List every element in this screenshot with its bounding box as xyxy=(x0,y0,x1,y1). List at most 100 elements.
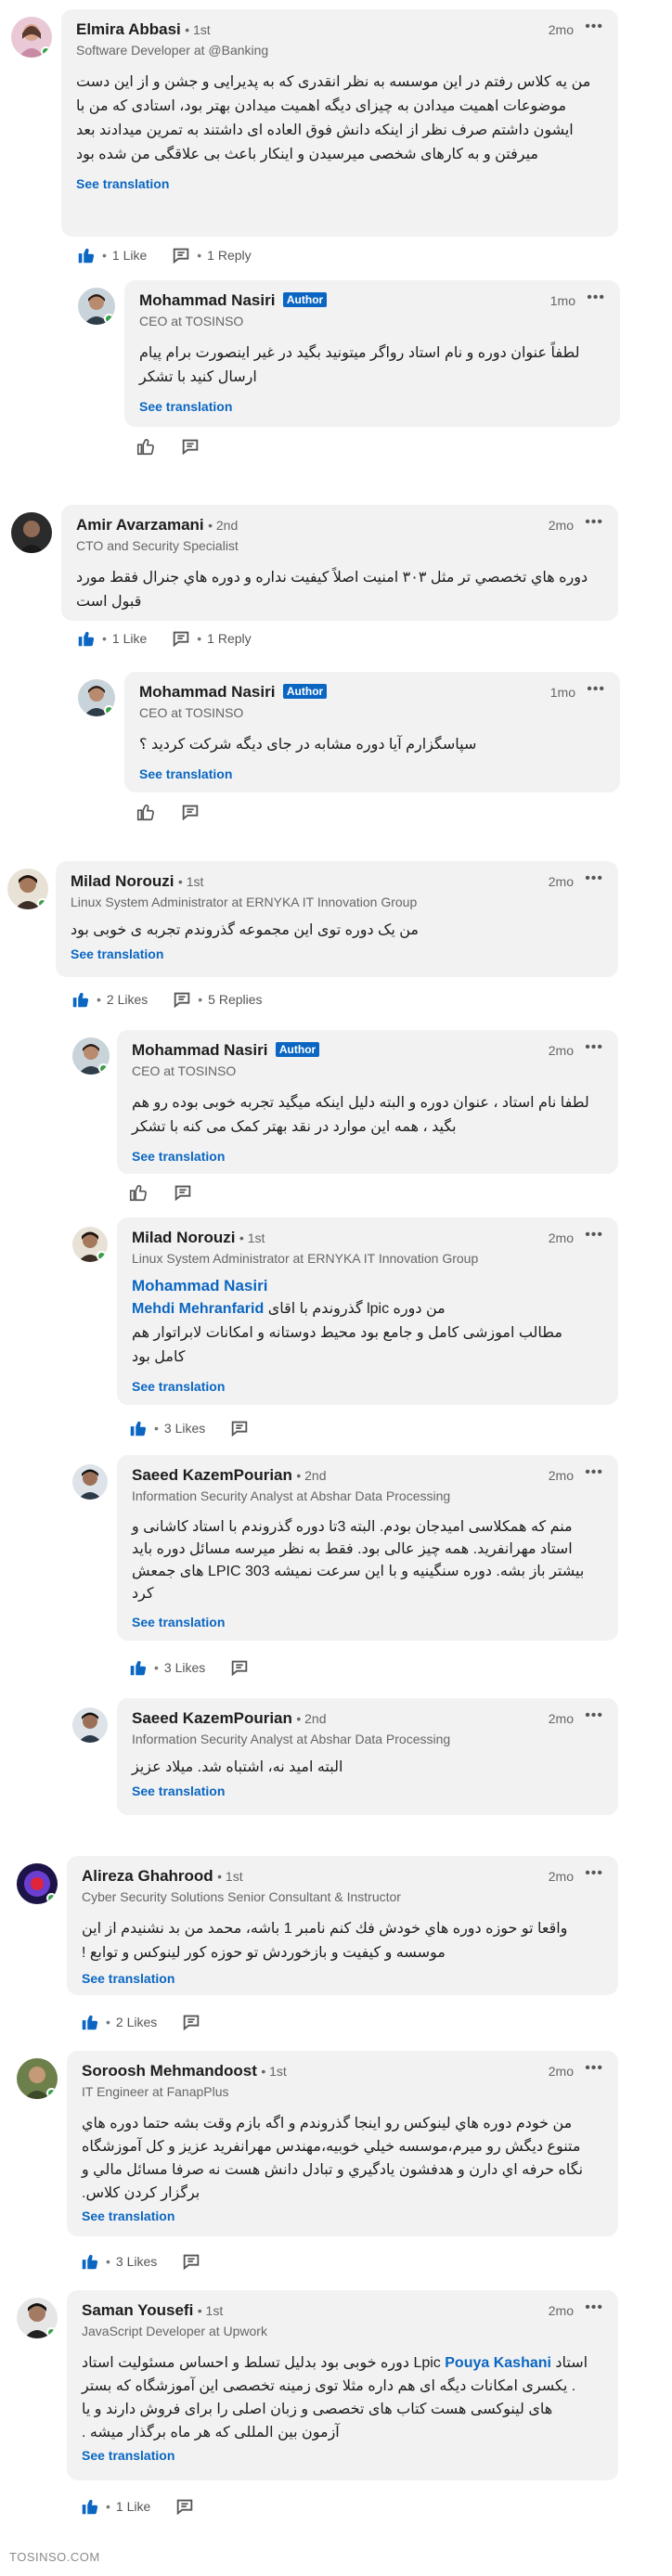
avatar-soroosh[interactable] xyxy=(17,2058,58,2099)
reply-bubble: Mohammad Nasiri Author 1mo ••• CEO at TO… xyxy=(124,672,620,792)
thumbs-up-filled-icon[interactable] xyxy=(76,245,97,265)
reply-icon[interactable] xyxy=(172,989,192,1010)
see-translation-link[interactable]: See translation xyxy=(82,2209,174,2223)
avatar-saman[interactable] xyxy=(17,2298,58,2338)
avatar-mohammad-nasiri[interactable] xyxy=(72,1037,110,1075)
avatar-mohammad-nasiri[interactable] xyxy=(78,679,115,716)
see-translation-link[interactable]: See translation xyxy=(132,1784,225,1798)
reply-count[interactable]: 5 Replies xyxy=(208,992,262,1007)
reply-icon[interactable] xyxy=(171,628,191,649)
comment-text: لطفاً عنوان دوره و نام استاد رواگر میتون… xyxy=(139,345,580,385)
like-count[interactable]: 2 Likes xyxy=(107,992,148,1007)
more-options-icon[interactable]: ••• xyxy=(585,19,603,35)
see-translation-link[interactable]: See translation xyxy=(139,399,232,414)
avatar-milad[interactable] xyxy=(7,869,48,909)
like-count[interactable]: 1 Like xyxy=(112,631,147,646)
like-count[interactable]: 3 Likes xyxy=(116,2254,157,2269)
see-translation-link[interactable]: See translation xyxy=(82,1971,174,1986)
reply-icon[interactable] xyxy=(171,245,191,265)
comment-time: 1mo xyxy=(549,685,575,700)
see-translation-link[interactable]: See translation xyxy=(139,766,232,781)
more-options-icon[interactable]: ••• xyxy=(585,1227,603,1243)
see-translation-link[interactable]: See translation xyxy=(132,1379,225,1394)
mention-link[interactable]: Pouya Kashani xyxy=(445,2355,551,2371)
reply-count[interactable]: 1 Reply xyxy=(207,248,251,263)
reply-icon[interactable] xyxy=(180,436,200,457)
more-options-icon[interactable]: ••• xyxy=(587,681,605,698)
comment-bubble: Soroosh Mehmandoost • 1st 2mo ••• IT Eng… xyxy=(67,2051,618,2236)
thumbs-up-filled-icon[interactable] xyxy=(80,2496,100,2517)
reply-icon[interactable] xyxy=(181,2251,201,2272)
avatar-elmira[interactable] xyxy=(11,17,52,58)
comment-time: 2mo xyxy=(548,22,574,37)
comment-text-part: مطالب اموزشی کامل و جامع بود محیط دوستان… xyxy=(132,1325,562,1365)
reply-bubble: Mohammad Nasiri Author 2mo ••• CEO at TO… xyxy=(117,1030,618,1174)
see-translation-link[interactable]: See translation xyxy=(76,176,169,191)
see-translation-link[interactable]: See translation xyxy=(132,1615,225,1629)
mention-link[interactable]: Mohammad Nasiri xyxy=(132,1277,603,1295)
reply-icon[interactable] xyxy=(180,802,200,822)
online-indicator xyxy=(104,705,114,715)
comment-author[interactable]: Saeed KazemPourian xyxy=(132,1466,292,1484)
like-count[interactable]: 1 Like xyxy=(116,2499,150,2514)
see-translation-link[interactable]: See translation xyxy=(132,1149,225,1164)
thumbs-up-icon[interactable] xyxy=(136,436,156,457)
more-options-icon[interactable]: ••• xyxy=(585,2299,603,2316)
reply-icon[interactable] xyxy=(229,1657,250,1678)
thumbs-up-filled-icon[interactable] xyxy=(80,2251,100,2272)
like-count[interactable]: 3 Likes xyxy=(164,1660,205,1675)
thumbs-up-filled-icon[interactable] xyxy=(80,2012,100,2032)
thumbs-up-filled-icon[interactable] xyxy=(76,628,97,649)
comment-text: من یه کلاس رفتم در این موسسه به نظر انقد… xyxy=(76,74,591,162)
reply-actions: • 3 Likes xyxy=(128,1657,250,1678)
avatar-alireza[interactable] xyxy=(17,1863,58,1904)
comment-actions: • 1 Like • 1 Reply xyxy=(76,245,252,265)
more-options-icon[interactable]: ••• xyxy=(585,1707,603,1724)
reply-icon[interactable] xyxy=(229,1418,250,1438)
reply-icon[interactable] xyxy=(181,2012,201,2032)
see-translation-link[interactable]: See translation xyxy=(82,2448,174,2463)
more-options-icon[interactable]: ••• xyxy=(585,2060,603,2077)
author-headline: Cyber Security Solutions Senior Consulta… xyxy=(82,1889,401,1904)
see-translation-link[interactable]: See translation xyxy=(71,947,163,961)
comment-author[interactable]: Amir Avarzamani xyxy=(76,516,204,534)
comment-author[interactable]: Alireza Ghahrood xyxy=(82,1867,213,1885)
comment-author[interactable]: Mohammad Nasiri xyxy=(132,1041,267,1059)
comment-author[interactable]: Soroosh Mehmandoost xyxy=(82,2062,257,2080)
more-options-icon[interactable]: ••• xyxy=(585,1039,603,1056)
comment-author[interactable]: Saman Yousefi xyxy=(82,2301,193,2319)
comment-author[interactable]: Mohammad Nasiri xyxy=(139,291,275,309)
reply-icon[interactable] xyxy=(174,2496,195,2517)
avatar-saeed[interactable] xyxy=(72,1464,108,1500)
thumbs-up-icon[interactable] xyxy=(128,1182,149,1203)
like-count[interactable]: 3 Likes xyxy=(164,1421,205,1436)
mention-link[interactable]: Mehdi Mehranfarid xyxy=(132,1301,264,1317)
reply-icon[interactable] xyxy=(173,1182,193,1203)
comment-author[interactable]: Elmira Abbasi xyxy=(76,20,181,38)
thumbs-up-filled-icon[interactable] xyxy=(128,1418,149,1438)
thumbs-up-filled-icon[interactable] xyxy=(71,989,91,1010)
comment-text: من خودم دوره هاي لينوكس رو اينجا گذروندم… xyxy=(82,2116,584,2201)
more-options-icon[interactable]: ••• xyxy=(585,870,603,887)
thumbs-up-filled-icon[interactable] xyxy=(128,1657,149,1678)
avatar-saeed[interactable] xyxy=(72,1707,108,1743)
more-options-icon[interactable]: ••• xyxy=(585,1865,603,1882)
like-count[interactable]: 1 Like xyxy=(112,248,147,263)
connection-degree: • 1st xyxy=(217,1869,243,1884)
thumbs-up-icon[interactable] xyxy=(136,802,156,822)
more-options-icon[interactable]: ••• xyxy=(587,290,605,306)
reply-count[interactable]: 1 Reply xyxy=(207,631,251,646)
comment-author[interactable]: Milad Norouzi xyxy=(71,872,174,890)
avatar-milad[interactable] xyxy=(72,1227,108,1262)
like-count[interactable]: 2 Likes xyxy=(116,2015,157,2029)
comment-author[interactable]: Saeed KazemPourian xyxy=(132,1709,292,1727)
avatar-mohammad-nasiri[interactable] xyxy=(78,288,115,325)
author-headline: Linux System Administrator at ERNYKA IT … xyxy=(71,895,418,909)
avatar-amir[interactable] xyxy=(11,512,52,553)
author-badge: Author xyxy=(282,684,328,699)
more-options-icon[interactable]: ••• xyxy=(585,1464,603,1481)
comment-author[interactable]: Mohammad Nasiri xyxy=(139,683,275,701)
comment-author[interactable]: Milad Norouzi xyxy=(132,1229,235,1246)
connection-degree: • 1st xyxy=(177,874,204,889)
more-options-icon[interactable]: ••• xyxy=(585,514,603,531)
